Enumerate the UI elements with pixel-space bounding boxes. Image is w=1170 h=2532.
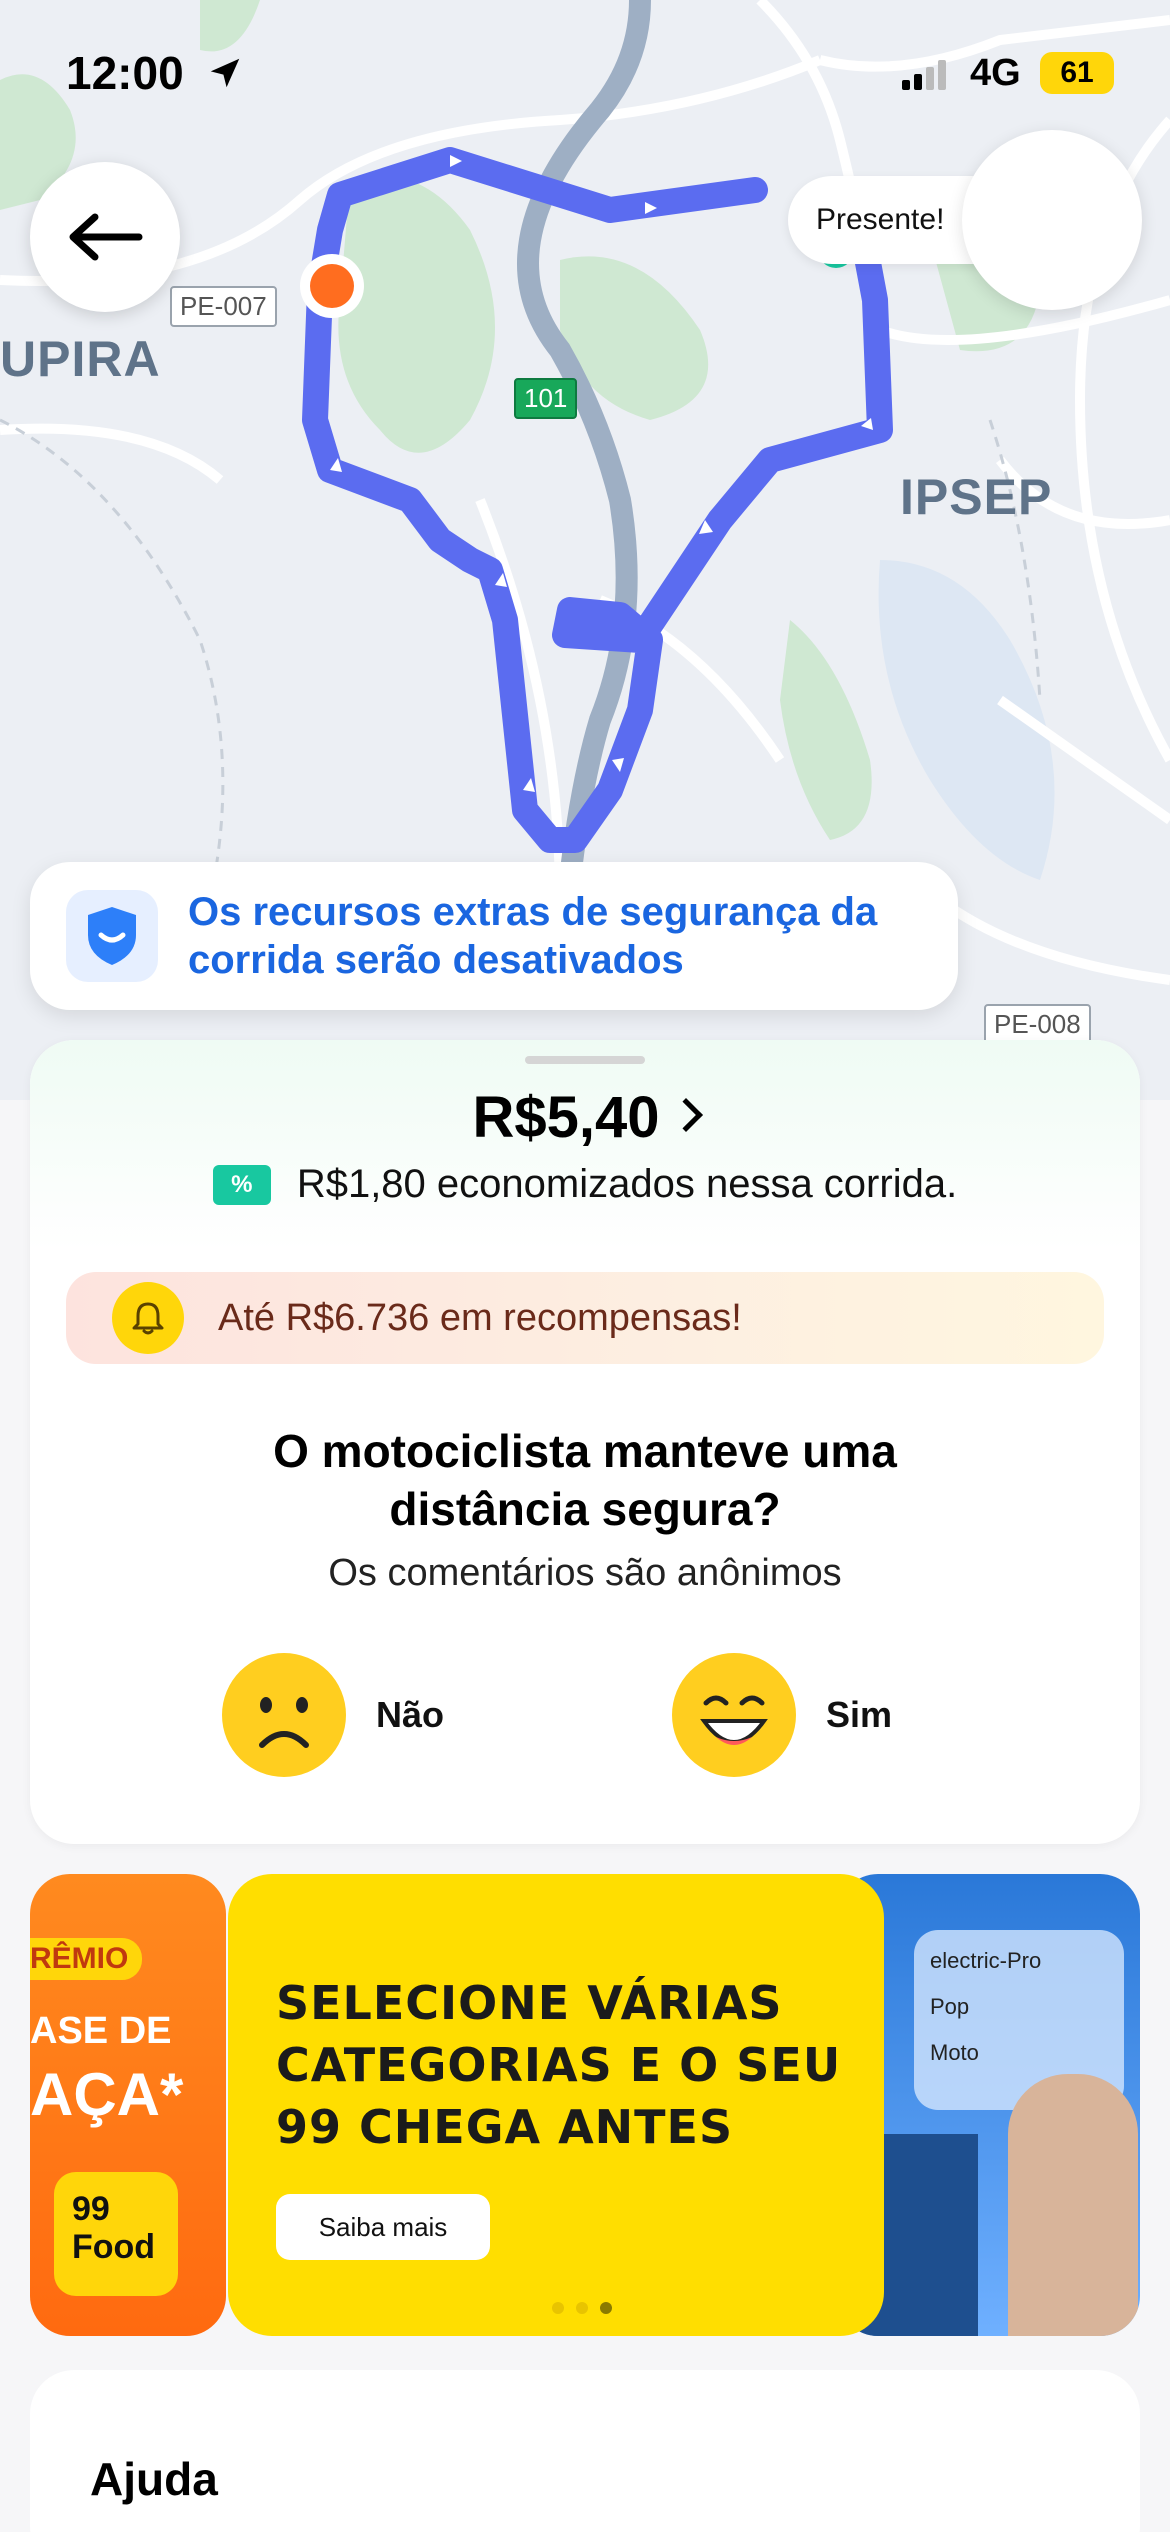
road-tag-pe007: PE-007 [170,286,277,327]
price-row[interactable]: R$5,40 [30,1084,1140,1151]
rating-question-line1: O motociclista manteve uma [273,1425,897,1477]
help-title: Ajuda [90,2453,218,2505]
category-option-1: electric-Pro [930,1948,1042,1973]
map-label-upira: UPIRA [0,331,161,387]
back-button[interactable] [30,162,180,312]
road-tag-pe008: PE-008 [984,1004,1091,1045]
chevron-right-icon [668,1098,703,1132]
gift-tooltip-label: Presente! [816,203,945,236]
rating-question-line2: distância segura? [389,1483,781,1535]
trip-price: R$5,40 [472,1085,660,1150]
carousel-dot[interactable] [576,2302,588,2314]
answer-no-label: Não [376,1694,445,1735]
safety-banner[interactable]: Os recursos extras de segurança da corri… [30,862,958,1010]
cell-signal-icon [902,60,946,90]
category-option-3: Moto [930,2040,979,2065]
promo-headline-line1: SELECIONE VÁRIAS [276,1976,783,2030]
learn-more-button[interactable]: Saiba mais [276,2194,490,2260]
answer-no-button[interactable]: Não [222,1650,444,1780]
drag-handle[interactable] [525,1056,645,1064]
discount-ticket-icon: % [212,1164,271,1205]
promo-food-badge: RÊMIO [30,1938,143,1980]
answer-yes-button[interactable]: Sim [672,1650,892,1780]
battery-indicator: 61 [1040,52,1114,94]
safety-message: Os recursos extras de segurança da corri… [188,888,877,984]
promo-headline-line2: CATEGORIAS E O SEU [276,2038,842,2092]
sad-face-icon [222,1653,346,1777]
smile-face-icon [672,1653,796,1777]
category-option-2: Pop [930,1994,970,2019]
trip-summary-card: R$5,40 % R$1,80 economizados nessa corri… [30,1040,1140,1844]
bell-icon [112,1282,184,1354]
promo-food-text1: ASE DE [30,2010,172,2052]
promo-card-categories[interactable]: SELECIONE VÁRIAS CATEGORIAS E O SEU 99 C… [228,1874,884,2336]
carousel-dot[interactable] [552,2302,564,2314]
network-type: 4G [970,52,1021,94]
rewards-text: Até R$6.736 em recompensas! [218,1296,742,1339]
rating-question: O motociclista manteve uma distância seg… [30,1422,1140,1538]
help-section[interactable]: Ajuda [30,2370,1140,2532]
gift-button[interactable] [962,130,1142,310]
person-illustration [1008,2074,1138,2336]
map-label-ipsep: IPSEP [900,469,1053,525]
shield-icon-container [66,890,158,982]
food-logo-line2: Food [72,2228,156,2266]
answer-yes-label: Sim [826,1694,893,1735]
status-time: 12:00 [66,47,184,99]
carousel-dots [552,2302,612,2314]
rewards-banner[interactable]: Até R$6.736 em recompensas! [66,1272,1104,1364]
carousel-dot-active[interactable] [600,2302,612,2314]
rating-subtitle: Os comentários são anônimos [328,1552,842,1594]
promo-headline-line3: 99 CHEGA ANTES [276,2100,734,2154]
safety-message-line2: corrida serão desativados [188,938,684,982]
promo-card-food[interactable]: RÊMIO ASE DE AÇA* 99 Food [30,1874,226,2336]
savings-row: % R$1,80 economizados nessa corrida. [30,1162,1140,1207]
safety-message-line1: Os recursos extras de segurança da [188,890,878,934]
status-bar: 12:00 4G 61 [0,0,1170,150]
food-logo: 99 Food [54,2172,178,2296]
promo-headline: SELECIONE VÁRIAS CATEGORIAS E O SEU 99 C… [276,1972,841,2158]
shield-icon [88,907,136,965]
savings-text: R$1,80 economizados nessa corrida. [296,1162,958,1206]
food-logo-line1: 99 [72,2190,110,2228]
road-tag-101: 101 [514,378,578,419]
promo-food-text2: AÇA* [30,2061,184,2128]
arrow-left-icon [69,213,143,261]
location-arrow-icon [210,58,240,88]
